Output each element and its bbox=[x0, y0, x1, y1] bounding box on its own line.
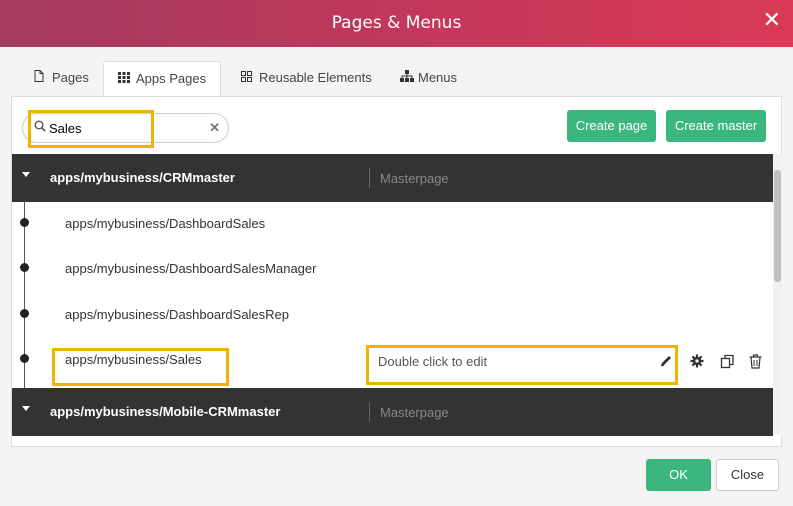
pencil-icon[interactable] bbox=[659, 354, 673, 371]
ok-button[interactable]: OK bbox=[646, 459, 711, 491]
tab-label: Menus bbox=[418, 70, 458, 85]
clear-icon[interactable]: ✕ bbox=[209, 120, 220, 136]
tab-menus[interactable]: Menus bbox=[386, 61, 471, 97]
tree-node-dot bbox=[20, 309, 29, 318]
master-type: Masterpage bbox=[380, 171, 449, 186]
tab-reusable-elements[interactable]: Reusable Elements bbox=[227, 61, 386, 97]
master-row[interactable]: apps/mybusiness/CRMmaster Masterpage bbox=[12, 154, 773, 202]
page-description-field[interactable]: Double click to edit bbox=[378, 354, 487, 369]
page-row[interactable]: apps/mybusiness/DashboardSales bbox=[12, 201, 773, 246]
master-name: apps/mybusiness/Mobile-CRMmaster bbox=[50, 404, 281, 419]
chevron-down-icon[interactable] bbox=[22, 406, 30, 411]
page-row[interactable]: apps/mybusiness/DashboardSalesManager bbox=[12, 246, 773, 291]
tab-label: Reusable Elements bbox=[259, 70, 372, 85]
create-master-button[interactable]: Create master bbox=[666, 110, 766, 142]
divider bbox=[369, 402, 370, 422]
duplicate-icon[interactable] bbox=[720, 354, 735, 372]
page-name: apps/mybusiness/DashboardSalesManager bbox=[65, 261, 317, 276]
tree-node-dot bbox=[20, 218, 29, 227]
trash-icon[interactable] bbox=[749, 354, 762, 372]
elements-icon bbox=[241, 62, 255, 96]
create-page-button[interactable]: Create page bbox=[567, 110, 656, 142]
tree-node-dot bbox=[20, 263, 29, 272]
master-row[interactable]: apps/mybusiness/Mobile-CRMmaster Masterp… bbox=[12, 388, 773, 436]
tab-label: Apps Pages bbox=[136, 71, 207, 86]
close-button[interactable]: Close bbox=[716, 459, 779, 491]
grid-icon bbox=[118, 63, 132, 97]
tab-apps-pages[interactable]: Apps Pages bbox=[103, 61, 222, 97]
divider bbox=[369, 168, 370, 188]
tab-pages[interactable]: Pages bbox=[20, 61, 103, 97]
master-name: apps/mybusiness/CRMmaster bbox=[50, 170, 235, 185]
page-row[interactable]: apps/mybusiness/DashboardSalesRep bbox=[12, 292, 773, 337]
scrollbar-thumb[interactable] bbox=[774, 170, 781, 282]
master-type: Masterpage bbox=[380, 405, 449, 420]
scrollbar[interactable] bbox=[773, 154, 782, 435]
tree-node-dot bbox=[20, 354, 29, 363]
sitemap-icon bbox=[400, 62, 414, 96]
tab-label: Pages bbox=[52, 70, 89, 85]
page-name: apps/mybusiness/Sales bbox=[65, 352, 202, 367]
gear-icon[interactable] bbox=[690, 354, 704, 371]
close-icon[interactable]: ✕ bbox=[763, 10, 781, 32]
dialog-titlebar: Pages & Menus ✕ bbox=[0, 0, 793, 47]
search-box: ✕ bbox=[22, 113, 229, 143]
search-input[interactable] bbox=[49, 119, 199, 137]
page-name: apps/mybusiness/DashboardSales bbox=[65, 216, 266, 231]
chevron-down-icon[interactable] bbox=[22, 172, 30, 177]
page-icon bbox=[34, 62, 48, 96]
search-icon bbox=[34, 120, 46, 135]
dialog-title: Pages & Menus bbox=[331, 13, 462, 33]
page-name: apps/mybusiness/DashboardSalesRep bbox=[65, 307, 290, 322]
